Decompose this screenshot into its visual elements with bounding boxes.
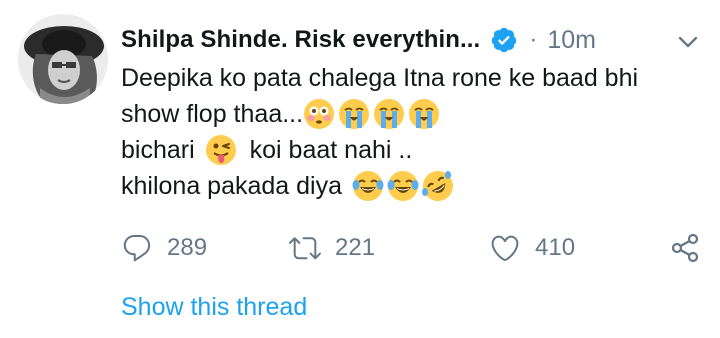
- tweet-line: bichari koi baat nahi ..: [121, 132, 701, 168]
- avatar-image: [18, 14, 108, 104]
- face-with-tears-of-joy-emoji: [387, 170, 419, 202]
- retweet-icon: [289, 237, 321, 260]
- loudly-crying-face-emoji: [338, 98, 370, 130]
- loudly-crying-face-emoji: [373, 98, 405, 130]
- like-count: 410: [535, 234, 576, 261]
- tweet-text: Deepika ko pata chalega Itna rone ke baa…: [121, 60, 701, 204]
- reply-icon: [123, 234, 151, 262]
- retweet-button[interactable]: 221: [289, 228, 375, 268]
- tweet-line-text: koi baat nahi ..: [249, 136, 413, 164]
- share-icon: [671, 233, 699, 263]
- chevron-down-icon[interactable]: [674, 28, 702, 56]
- rolling-on-floor-laughing-emoji: [422, 170, 454, 202]
- timestamp[interactable]: 10m: [547, 26, 596, 55]
- tweet-line-text: show flop thaa...: [121, 100, 304, 128]
- reply-button[interactable]: 289: [121, 228, 207, 268]
- tweet-actions: 289 221 410: [121, 228, 711, 268]
- tweet-line: show flop thaa...: [121, 96, 701, 132]
- tweet-line-text: bichari: [121, 136, 195, 164]
- separator-dot: ·: [529, 26, 538, 53]
- verified-badge-icon: [490, 26, 518, 54]
- show-thread-link[interactable]: Show this thread: [121, 293, 307, 322]
- tweet-card[interactable]: Shilpa Shinde. Risk everythin... · 10m D…: [0, 0, 720, 338]
- share-button[interactable]: [669, 228, 701, 268]
- author-name[interactable]: Shilpa Shinde. Risk everythin...: [121, 26, 480, 54]
- tweet-line: khilona pakada diya: [121, 168, 701, 204]
- retweet-count: 221: [335, 234, 376, 261]
- tweet-line: Deepika ko pata chalega Itna rone ke baa…: [121, 60, 701, 96]
- avatar[interactable]: [18, 14, 108, 104]
- like-button[interactable]: 410: [489, 228, 575, 268]
- face-with-tears-of-joy-emoji: [352, 170, 384, 202]
- winking-face-tongue-emoji: [205, 134, 237, 166]
- heart-icon: [491, 235, 519, 261]
- tweet-line-text: Deepika ko pata chalega Itna rone ke baa…: [121, 64, 639, 92]
- reply-count: 289: [167, 234, 208, 261]
- tweet-line-text: khilona pakada diya: [121, 172, 342, 200]
- flushed-face-emoji: [303, 98, 335, 130]
- tweet-header: Shilpa Shinde. Risk everythin... · 10m: [121, 22, 596, 58]
- loudly-crying-face-emoji: [408, 98, 440, 130]
